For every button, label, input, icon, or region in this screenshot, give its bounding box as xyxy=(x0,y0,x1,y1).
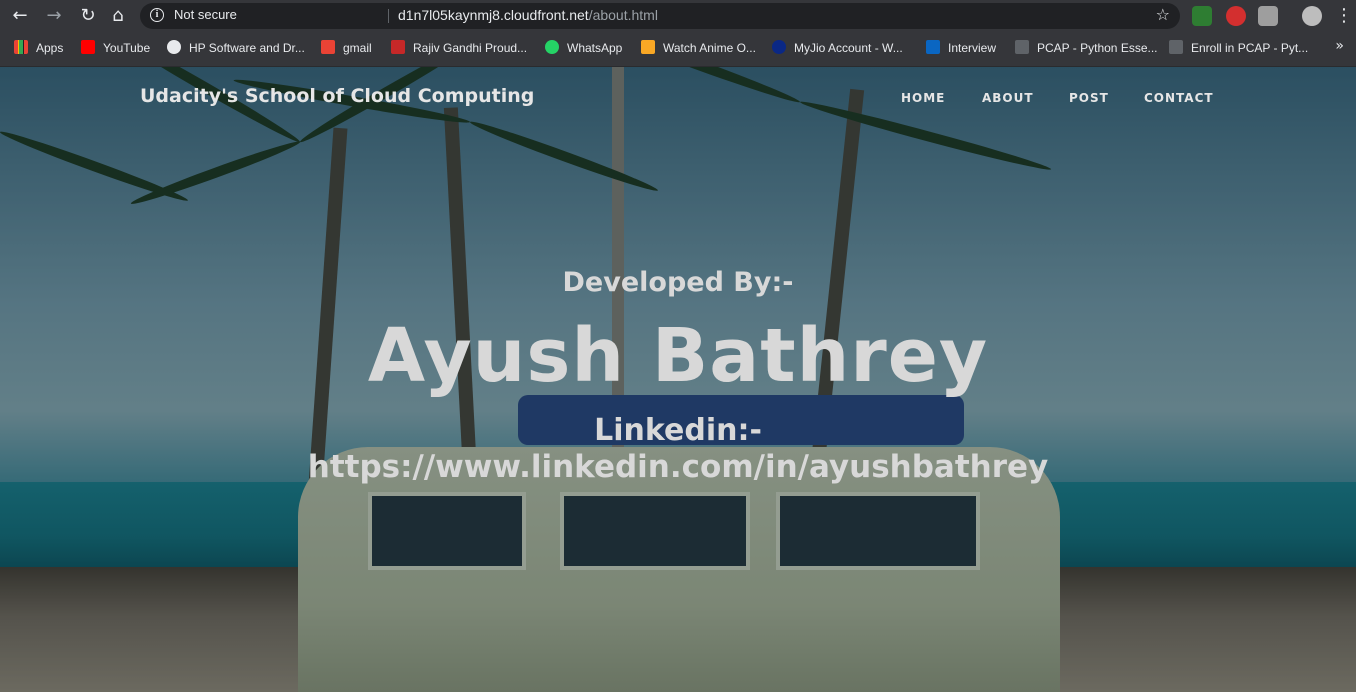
bookmark-label: PCAP - Python Esse... xyxy=(1037,41,1158,55)
browser-toolbar: ← → ↻ ⌂ i Not secure d1n7l05kaynmj8.clou… xyxy=(0,0,1356,32)
extension-icon[interactable] xyxy=(1226,6,1246,26)
linkedin-icon xyxy=(926,40,940,54)
bookmark-label: Rajiv Gandhi Proud... xyxy=(413,41,528,55)
bookmark-label: YouTube xyxy=(103,41,151,55)
url-path: /about.html xyxy=(588,7,658,23)
university-icon xyxy=(391,40,405,54)
nav-post-link[interactable]: POST xyxy=(1069,91,1109,105)
cisco-icon xyxy=(1169,40,1183,54)
nav-about-link[interactable]: ABOUT xyxy=(982,91,1034,105)
more-menu-icon[interactable]: ⋮ xyxy=(1332,4,1356,28)
url-text[interactable]: d1n7l05kaynmj8.cloudfront.net/about.html xyxy=(398,7,658,23)
reload-icon[interactable]: ↻ xyxy=(76,4,100,28)
chevron-double-right-icon[interactable]: » xyxy=(1335,38,1344,54)
linkedin-url[interactable]: https://www.linkedin.com/in/ayushbathrey xyxy=(0,449,1356,485)
bookmark-myjio[interactable]: MyJio Account - W... xyxy=(772,40,903,58)
security-label[interactable]: Not secure xyxy=(174,7,237,22)
bookmark-gmail[interactable]: gmail xyxy=(321,40,372,58)
bookmark-label: Enroll in PCAP - Pyt... xyxy=(1191,41,1309,55)
bookmark-hp-software[interactable]: HP Software and Dr... xyxy=(167,40,305,58)
forward-arrow-icon[interactable]: → xyxy=(42,4,66,28)
address-divider xyxy=(388,9,389,23)
bookmark-label: HP Software and Dr... xyxy=(189,41,305,55)
nav-contact-link[interactable]: CONTACT xyxy=(1144,91,1214,105)
bookmark-pcap-python[interactable]: PCAP - Python Esse... xyxy=(1015,40,1158,58)
bookmark-star-icon[interactable]: ☆ xyxy=(1156,5,1170,24)
nav-home-link[interactable]: HOME xyxy=(901,91,945,105)
site-brand[interactable]: Udacity's School of Cloud Computing xyxy=(140,85,534,107)
bookmark-label: WhatsApp xyxy=(567,41,623,55)
address-bar[interactable]: i Not secure d1n7l05kaynmj8.cloudfront.n… xyxy=(140,3,1180,29)
cisco-icon xyxy=(1015,40,1029,54)
bookmark-youtube[interactable]: YouTube xyxy=(81,40,150,58)
extension-icon[interactable] xyxy=(1192,6,1212,26)
url-host: d1n7l05kaynmj8.cloudfront.net xyxy=(398,7,589,23)
extension-icon[interactable] xyxy=(1258,6,1278,26)
globe-icon xyxy=(167,40,181,54)
bookmark-label: Apps xyxy=(36,41,64,55)
bookmarks-bar: Apps YouTube HP Software and Dr... gmail… xyxy=(0,32,1356,67)
bookmark-apps[interactable]: Apps xyxy=(14,40,63,58)
bookmark-enroll-pcap[interactable]: Enroll in PCAP - Pyt... xyxy=(1169,40,1308,58)
linkedin-label: Linkedin:- xyxy=(594,413,762,448)
info-icon[interactable]: i xyxy=(150,8,164,22)
author-name: Ayush Bathrey xyxy=(367,313,989,399)
youtube-icon xyxy=(81,40,95,54)
crown-icon xyxy=(641,40,655,54)
jio-icon xyxy=(772,40,786,54)
home-icon[interactable]: ⌂ xyxy=(106,4,130,28)
developed-by-heading: Developed By:- xyxy=(562,267,794,298)
back-arrow-icon[interactable]: ← xyxy=(8,4,32,28)
bookmark-label: Watch Anime O... xyxy=(663,41,756,55)
profile-avatar[interactable] xyxy=(1302,6,1322,26)
whatsapp-icon xyxy=(545,40,559,54)
apps-grid-icon xyxy=(14,40,28,54)
bookmark-interview[interactable]: Interview xyxy=(926,40,996,58)
bookmark-label: gmail xyxy=(343,41,372,55)
hero-section: Udacity's School of Cloud Computing HOME… xyxy=(0,67,1356,692)
gmail-icon xyxy=(321,40,335,54)
bookmark-watch-anime[interactable]: Watch Anime O... xyxy=(641,40,756,58)
bookmark-label: MyJio Account - W... xyxy=(794,41,903,55)
bookmark-rajiv-gandhi[interactable]: Rajiv Gandhi Proud... xyxy=(391,40,527,58)
bookmark-label: Interview xyxy=(948,41,997,55)
bookmark-whatsapp[interactable]: WhatsApp xyxy=(545,40,622,58)
